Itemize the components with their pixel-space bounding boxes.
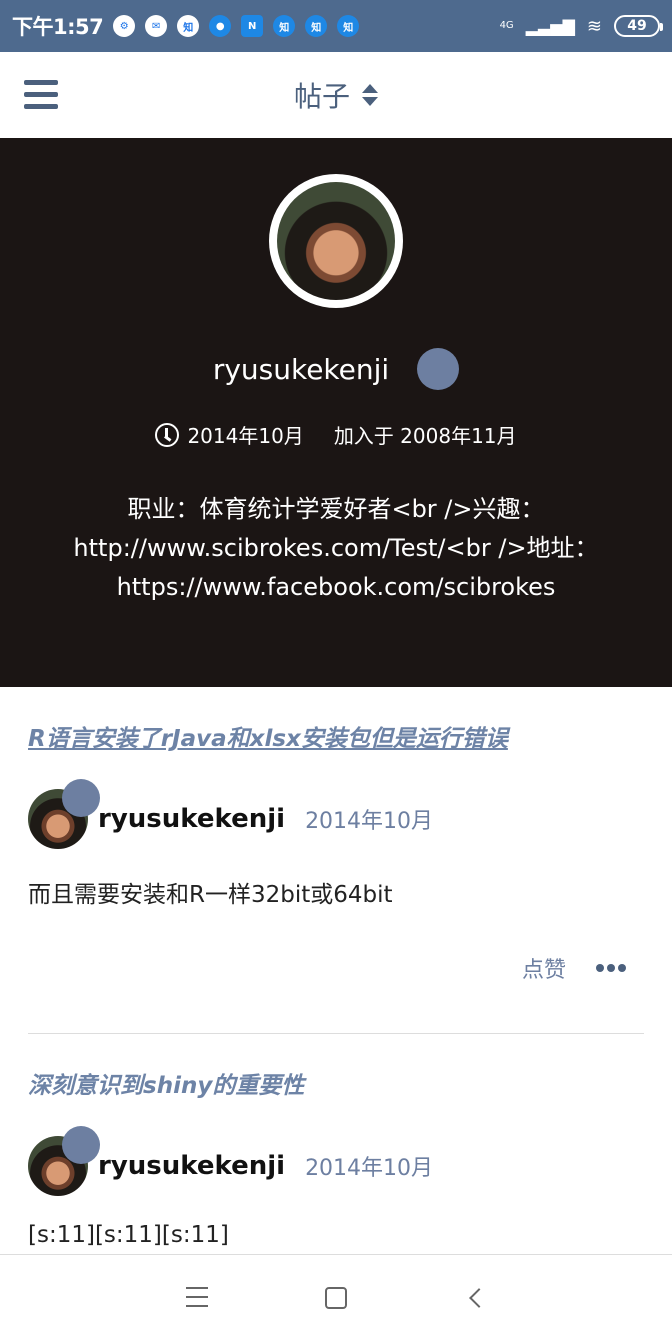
battery-level: 49 — [627, 18, 647, 34]
notification-icons: ⚙ ✉ 知 ● N 知 知 知 — [113, 15, 360, 37]
status-badge — [62, 1126, 100, 1164]
bio-line[interactable]: https://www.facebook.com/scibrokes — [30, 568, 642, 607]
app-header: 帖子 — [0, 52, 672, 138]
more-options-icon[interactable] — [596, 964, 626, 972]
signal-icon: 4G — [499, 20, 514, 31]
app-notification-icon: ● — [209, 15, 232, 37]
news-icon: N — [241, 15, 264, 37]
like-button[interactable]: 点赞 — [522, 952, 566, 984]
clock-icon — [155, 422, 180, 447]
post-actions: 点赞 — [28, 943, 644, 993]
post-item: 深刻意识到shiny的重要性 ryusukekenji 2014年10月 [s:… — [28, 1066, 644, 1248]
joined-date: 加入于 2008年11月 — [333, 424, 517, 448]
post-item: R语言安装了rJava和xlsx安装包但是运行错误 ryusukekenji 2… — [28, 719, 644, 1034]
home-icon[interactable] — [325, 1287, 347, 1309]
post-author-row: ryusukekenji 2014年10月 — [28, 1126, 644, 1198]
back-icon[interactable] — [469, 1288, 489, 1308]
author-avatar[interactable] — [28, 1126, 100, 1196]
title-dropdown[interactable]: 帖子 — [0, 52, 672, 138]
system-nav-bar — [0, 1254, 672, 1344]
zhihu-icon: 知 — [337, 15, 360, 37]
bio-line[interactable]: http://www.scibrokes.com/Test/<br />地址： — [30, 529, 642, 568]
post-author-row: ryusukekenji 2014年10月 — [28, 779, 644, 851]
author-name[interactable]: ryusukekenji — [98, 1151, 285, 1181]
post-body: [s:11][s:11][s:11] — [28, 1222, 229, 1248]
status-bar: 下午1:57 ⚙ ✉ 知 ● N 知 知 知 4G ▂▃▅▇ ≋ 49 — [0, 0, 672, 52]
recent-apps-icon[interactable] — [186, 1287, 208, 1307]
divider — [28, 1033, 644, 1034]
status-time: 下午1:57 — [12, 15, 104, 39]
post-date: 2014年10月 — [305, 1156, 434, 1181]
sort-icon — [362, 83, 378, 107]
post-title-link[interactable]: 深刻意识到shiny的重要性 — [28, 1066, 644, 1100]
author-avatar[interactable] — [28, 779, 100, 849]
profile-bio: 职业：体育统计学爱好者<br />兴趣： http://www.scibroke… — [30, 490, 642, 607]
post-date: 2014年10月 — [305, 809, 434, 834]
post-list: R语言安装了rJava和xlsx安装包但是运行错误 ryusukekenji 2… — [28, 687, 644, 1248]
profile-header: ryusukekenji 2014年10月 加入于 2008年11月 职业：体育… — [0, 138, 672, 687]
messenger-icon: ✉ — [145, 15, 168, 37]
post-title-link[interactable]: R语言安装了rJava和xlsx安装包但是运行错误 — [28, 719, 644, 753]
profile-avatar[interactable] — [269, 174, 403, 308]
profile-meta: 2014年10月 加入于 2008年11月 — [0, 420, 672, 449]
online-status-dot — [417, 348, 460, 390]
zhihu-icon: 知 — [305, 15, 328, 37]
wifi-icon: ≋ — [586, 15, 602, 37]
last-active: 2014年10月 — [187, 424, 304, 448]
zhihu-icon: 知 — [273, 15, 296, 37]
bio-line: 职业：体育统计学爱好者<br />兴趣： — [127, 495, 545, 523]
settings-icon: ⚙ — [113, 15, 136, 37]
post-body: 而且需要安装和R一样32bit或64bit — [28, 882, 393, 908]
status-badge — [62, 779, 100, 817]
author-name[interactable]: ryusukekenji — [98, 804, 285, 834]
page-title: 帖子 — [293, 80, 350, 113]
zhihu-icon: 知 — [177, 15, 200, 37]
profile-username: ryusukekenji — [212, 352, 390, 386]
battery-icon: 49 — [614, 15, 663, 37]
signal-bars-icon: ▂▃▅▇ — [525, 16, 575, 36]
